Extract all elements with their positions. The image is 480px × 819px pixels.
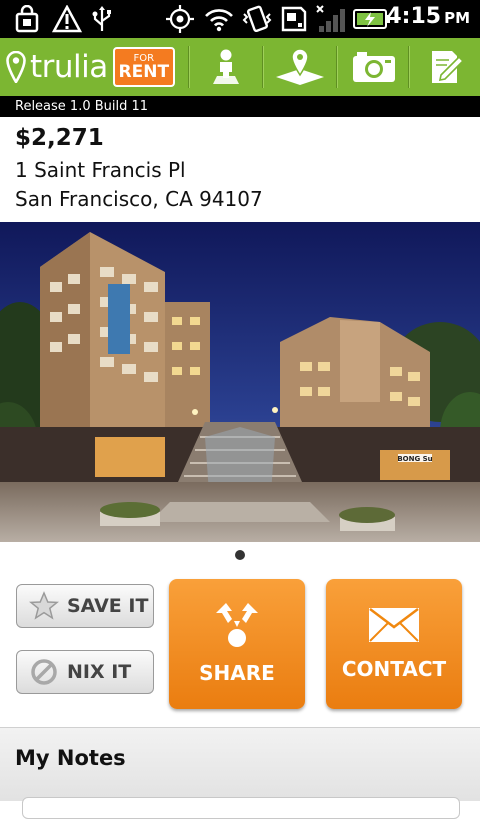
- photo-pager-dot[interactable]: [235, 550, 245, 560]
- location-pin-logo-icon: [6, 51, 26, 83]
- star-icon: [29, 591, 59, 620]
- save-it-label: SAVE IT: [67, 595, 149, 617]
- listing-price: $2,271: [15, 125, 104, 151]
- no-symbol-icon: [31, 659, 57, 685]
- map-pin-icon: [276, 48, 324, 85]
- app-action-bar: trulia FOR RENT: [0, 38, 480, 96]
- status-bar: 4:15 PM: [0, 0, 480, 38]
- map-button[interactable]: [264, 38, 336, 96]
- nix-it-label: NIX IT: [67, 661, 132, 683]
- warning-icon: [50, 5, 84, 33]
- edit-note-icon: [432, 51, 465, 83]
- gps-icon: [162, 5, 198, 33]
- trulia-logo: trulia FOR RENT: [6, 44, 175, 90]
- usb-icon: [88, 5, 116, 33]
- notes-button[interactable]: [410, 38, 480, 96]
- my-notes-section: My Notes: [0, 727, 480, 819]
- address-line-2: San Francisco, CA 94107: [15, 187, 263, 211]
- status-clock: 4:15 PM: [386, 4, 470, 29]
- logo-wordmark: trulia: [30, 49, 108, 85]
- share-icon: [216, 603, 258, 647]
- my-notes-title: My Notes: [15, 746, 126, 770]
- address-line-1: 1 Saint Francis Pl: [15, 158, 186, 182]
- ampm-text: PM: [444, 9, 470, 27]
- save-it-button[interactable]: SAVE IT: [16, 584, 154, 628]
- share-label: SHARE: [199, 661, 275, 685]
- person-button[interactable]: [190, 38, 262, 96]
- share-button[interactable]: SHARE: [169, 579, 305, 709]
- camera-icon: [353, 52, 395, 82]
- notes-input[interactable]: [22, 797, 460, 819]
- contact-label: CONTACT: [341, 657, 447, 681]
- lock-notification-icon: [10, 5, 44, 33]
- vibrate-icon: [240, 5, 274, 33]
- listing-photo[interactable]: BONG Su: [0, 222, 480, 542]
- sd-card-icon: [279, 5, 309, 33]
- build-info-bar: Release 1.0 Build 11: [0, 96, 480, 117]
- building-sign-text: BONG Su: [397, 455, 432, 463]
- time-text: 4:15: [386, 4, 442, 29]
- person-icon: [213, 49, 239, 84]
- badge-line2: RENT: [118, 61, 170, 82]
- wifi-icon: [202, 5, 236, 33]
- signal-icon: [312, 5, 348, 33]
- for-rent-badge: FOR RENT: [112, 47, 175, 87]
- battery-charging-icon: [353, 5, 391, 33]
- contact-button[interactable]: CONTACT: [326, 579, 462, 709]
- envelope-icon: [369, 608, 419, 642]
- camera-button[interactable]: [338, 38, 410, 96]
- nix-it-button[interactable]: NIX IT: [16, 650, 154, 694]
